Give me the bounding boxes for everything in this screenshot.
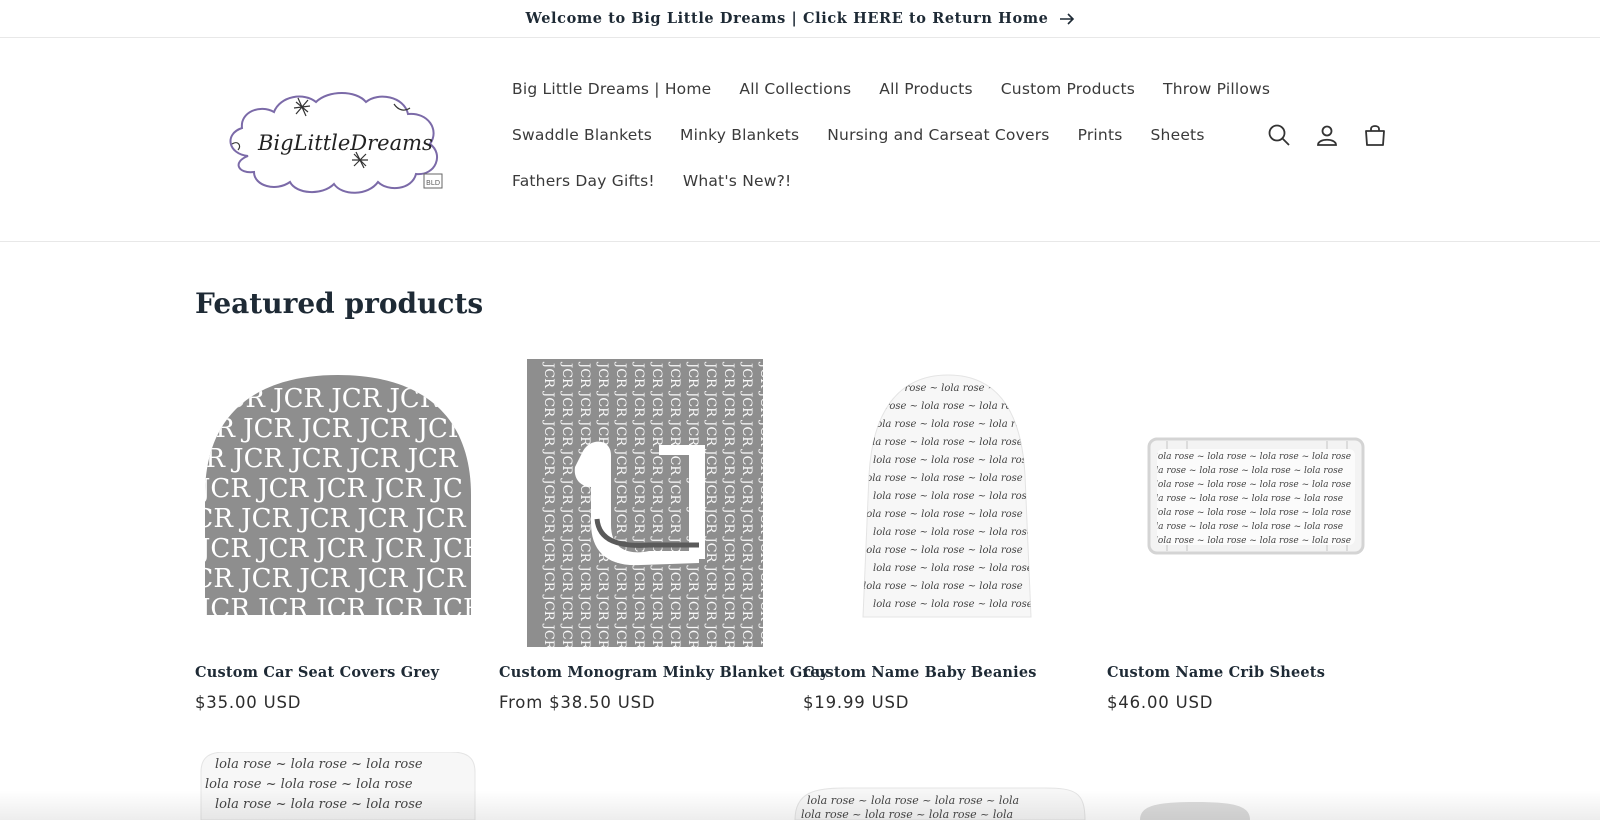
svg-text:lola rose ~ lola rose ~ lola r: lola rose ~ lola rose ~ lola rose ~ lola… — [1147, 522, 1343, 532]
logo[interactable]: BigLittleDreams BLD — [218, 86, 450, 198]
svg-text:JCR JCR JCR JCR JCR JCR JCR JC: JCR JCR JCR JCR JCR JCR JCR JCR JCR JCR — [703, 361, 718, 651]
svg-text:lola rose ~ lola rose ~ lola r: lola rose ~ lola rose ~ lola rose ~ lola… — [1147, 494, 1343, 504]
svg-text:lola rose ~ lola rose ~ lola r: lola rose ~ lola rose ~ lola rose — [863, 581, 1023, 592]
bottom-shadow — [0, 790, 1600, 820]
site-header: BigLittleDreams BLD Big Little Dreams | … — [0, 38, 1600, 242]
svg-text:JCR JCR JCR JCR JC: JCR JCR JCR JCR JC — [197, 474, 463, 504]
announcement-bar: Welcome to Big Little Dreams | Click HER… — [0, 0, 1600, 38]
svg-text:lola rose ~ lola rose ~ lola r: lola rose ~ lola rose ~ lola rose — [873, 527, 1033, 538]
svg-text:JCR JCR JCR JCR JCR: JCR JCR JCR JCR JCR — [195, 414, 469, 444]
svg-text:lola rose ~ lola rose ~ lola r: lola rose ~ lola rose ~ lola rose — [863, 509, 1023, 520]
svg-text:lola rose ~ lola rose ~ lola r: lola rose ~ lola rose ~ lola rose ~ lola… — [1147, 466, 1343, 476]
nav-item-home[interactable]: Big Little Dreams | Home — [498, 80, 725, 98]
nav-item-throw-pillows[interactable]: Throw Pillows — [1149, 80, 1284, 98]
nav-item-nursing-carseat-covers[interactable]: Nursing and Carseat Covers — [813, 126, 1063, 144]
svg-text:JCR JCR JCR JCR JCR: JCR JCR JCR JCR JCR — [195, 444, 459, 474]
nav-item-custom-products[interactable]: Custom Products — [987, 80, 1149, 98]
arrow-right-icon — [1059, 12, 1074, 25]
nav-item-all-products[interactable]: All Products — [865, 80, 986, 98]
svg-text:lola rose ~ lola rose ~ lola r: lola rose ~ lola rose ~ lola rose — [863, 545, 1023, 556]
svg-text:BigLittleDreams: BigLittleDreams — [257, 131, 433, 155]
svg-text:JCR JCR JCR JCR JCR JCR JCR JC: JCR JCR JCR JCR JCR JCR JCR JCR JCR JCR — [649, 361, 664, 651]
svg-text:JCR JCR JCR JCR JCR JCR JCR JC: JCR JCR JCR JCR JCR JCR JCR JCR JCR JCR — [667, 361, 682, 651]
svg-text:lola rose ~ lola rose ~ lola r: lola rose ~ lola rose ~ lola rose — [873, 419, 1033, 430]
nav-item-all-collections[interactable]: All Collections — [725, 80, 865, 98]
svg-text:lola rose ~ lola rose ~ lola r: lola rose ~ lola rose ~ lola rose — [863, 473, 1023, 484]
nav-row-1: Big Little Dreams | Home All Collections… — [498, 66, 1270, 112]
product-title[interactable]: Custom Monogram Minky Blanket Grey — [499, 664, 828, 681]
svg-text:JCR JCR JCR JCR JCR JCR JCR JC: JCR JCR JCR JCR JCR JCR JCR JCR JCR JCR — [721, 361, 736, 651]
product-card[interactable]: JCR JCR JCR JCR JCR JCR JCR JCR JCR JCR … — [499, 355, 828, 712]
product-title[interactable]: Custom Car Seat Covers Grey — [195, 664, 481, 681]
announcement-text: Welcome to Big Little Dreams | Click HER… — [525, 10, 1049, 27]
svg-text:lola rose ~ lola rose ~ lola r: lola rose ~ lola rose ~ lola rose — [873, 455, 1033, 466]
svg-text:JCR JCR JCR JCR JCR JCR JCR JC: JCR JCR JCR JCR JCR JCR JCR JCR JCR JCR — [577, 361, 592, 651]
product-title[interactable]: Custom Name Baby Beanies — [803, 664, 1089, 681]
svg-text:lola rose ~ lola rose ~ lola r: lola rose ~ lola rose ~ lola rose — [873, 599, 1033, 610]
svg-text:lola rose ~ lola rose ~ lola r: lola rose ~ lola rose ~ lola rose — [873, 491, 1033, 502]
svg-text:JCR JCR JCR JCR JCR JCR JCR JC: JCR JCR JCR JCR JCR JCR JCR JCR JCR JCR — [541, 361, 556, 651]
nav-item-sheets[interactable]: Sheets — [1137, 126, 1219, 144]
cart-icon[interactable] — [1363, 120, 1387, 150]
svg-text:BLD: BLD — [426, 179, 440, 187]
product-price: From $38.50 USD — [499, 693, 656, 712]
product-image[interactable]: JCR JCR JCR JCR JCR JCR JCR JCR JCR JCR … — [499, 355, 785, 651]
product-image[interactable]: JCR JCR JCR JCR JCR JCR JCR JCR JCR JCR … — [195, 355, 481, 651]
section-title: Featured products — [195, 287, 484, 320]
product-price: $35.00 USD — [195, 693, 302, 712]
svg-text:lola rose ~ lola rose ~ lola r: lola rose ~ lola rose ~ lola rose — [873, 563, 1033, 574]
svg-text:JCR JCR JCR JCR JCR: JCR JCR JCR JCR JCR — [197, 594, 481, 624]
svg-text:JCR JCR JCR JCR JCR JCR JCR JC: JCR JCR JCR JCR JCR JCR JCR JCR JCR JCR — [559, 361, 574, 651]
svg-text:lola rose ~ lola rose ~ lola r: lola rose ~ lola rose ~ lola rose ~ lola… — [1155, 508, 1351, 518]
product-card[interactable]: lola rose ~ lola rose ~ lola rose lola r… — [803, 355, 1089, 712]
svg-text:JCR JCR JCR JCR JCR: JCR JCR JCR JCR JCR — [195, 564, 467, 594]
product-card[interactable]: lola rose ~ lola rose ~ lola rose ~ lola… — [1107, 355, 1393, 712]
announcement-link[interactable]: Welcome to Big Little Dreams | Click HER… — [526, 10, 1075, 27]
account-icon[interactable] — [1315, 120, 1339, 150]
svg-text:JCR JCR JCR JCR JCR JCR JCR JC: JCR JCR JCR JCR JCR JCR JCR JCR JCR JCR — [739, 361, 754, 651]
svg-text:lola rose ~ lola rose ~ lola r: lola rose ~ lola rose ~ lola rose — [863, 437, 1023, 448]
svg-text:lola rose ~ lola rose ~ lola r: lola rose ~ lola rose ~ lola rose ~ lola… — [1155, 452, 1351, 462]
svg-text:lola rose ~ lola rose ~ lola r: lola rose ~ lola rose ~ lola rose — [883, 383, 1043, 394]
svg-text:JCR JCR JCR JCR JCR JCR JCR JC: JCR JCR JCR JCR JCR JCR JCR JCR JCR JCR — [631, 361, 646, 651]
nav-item-prints[interactable]: Prints — [1064, 126, 1137, 144]
svg-text:JCR JCR JCR JCR: JCR JCR JCR JCR — [212, 384, 441, 414]
header-icons — [1267, 120, 1387, 150]
nav-item-swaddle-blankets[interactable]: Swaddle Blankets — [498, 126, 666, 144]
product-grid: JCR JCR JCR JCR JCR JCR JCR JCR JCR JCR … — [195, 355, 1393, 712]
svg-text:JCR JCR JCR JCR JCR: JCR JCR JCR JCR JCR — [197, 534, 481, 564]
nav-row-3: Fathers Day Gifts! What's New?! — [498, 158, 1238, 204]
svg-text:JCR JCR JCR JCR JCR JCR JCR JC: JCR JCR JCR JCR JCR JCR JCR JCR JCR JCR — [613, 361, 628, 651]
product-price: $19.99 USD — [803, 693, 910, 712]
svg-text:JCR JCR JCR JCR JCR JCR JCR JC: JCR JCR JCR JCR JCR JCR JCR JCR JCR JCR — [757, 361, 772, 651]
nav-item-whats-new[interactable]: What's New?! — [669, 172, 806, 190]
main-nav: Big Little Dreams | Home All Collections… — [498, 66, 1270, 204]
product-image[interactable]: lola rose ~ lola rose ~ lola rose ~ lola… — [1107, 355, 1393, 651]
nav-row-2: Swaddle Blankets Minky Blankets Nursing … — [498, 112, 1238, 158]
svg-text:JCR JCR JCR JCR JCR: JCR JCR JCR JCR JCR — [195, 504, 467, 534]
product-title[interactable]: Custom Name Crib Sheets — [1107, 664, 1393, 681]
product-price: $46.00 USD — [1107, 693, 1214, 712]
product-image[interactable]: lola rose ~ lola rose ~ lola rose lola r… — [803, 355, 1089, 651]
nav-item-minky-blankets[interactable]: Minky Blankets — [666, 126, 813, 144]
svg-text:lola rose ~ lola rose ~ lola r: lola rose ~ lola rose ~ lola rose ~ lola… — [1155, 536, 1351, 546]
product-card[interactable]: JCR JCR JCR JCR JCR JCR JCR JCR JCR JCR … — [195, 355, 481, 712]
svg-text:lola rose ~ lola rose ~ lola r: lola rose ~ lola rose ~ lola rose ~ lola… — [1155, 480, 1351, 490]
svg-text:lola rose ~ lola rose ~ lola r: lola rose ~ lola rose ~ lola rose — [215, 757, 423, 772]
nav-item-fathers-day-gifts[interactable]: Fathers Day Gifts! — [498, 172, 669, 190]
search-icon[interactable] — [1267, 120, 1291, 150]
